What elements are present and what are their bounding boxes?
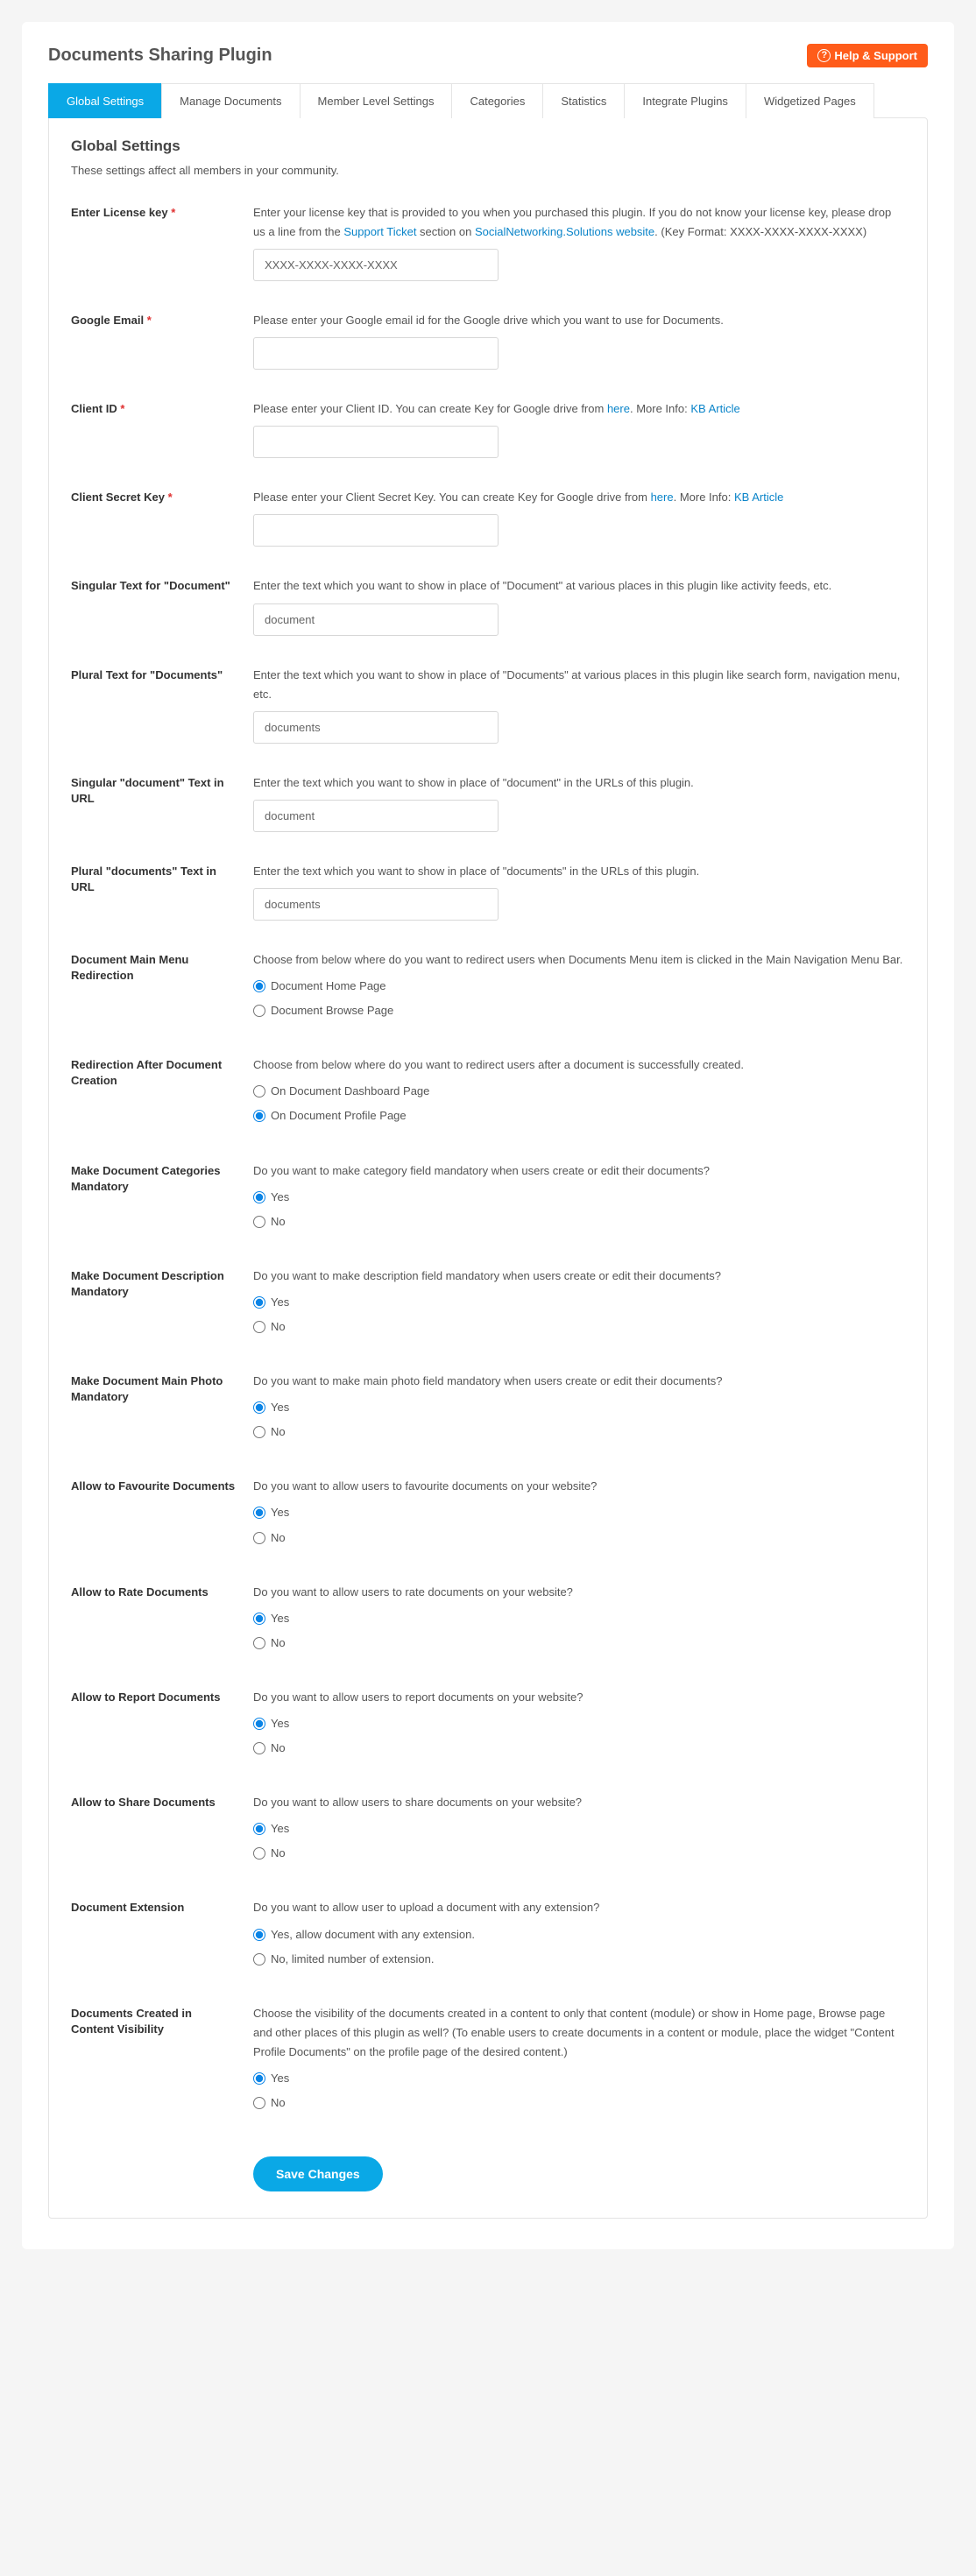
settings-panel: Global Settings These settings affect al…: [48, 117, 928, 2219]
save-changes-button[interactable]: Save Changes: [253, 2156, 383, 2191]
label-create-redirection: Redirection After Document Creation: [71, 1055, 237, 1131]
radio-fav-no[interactable]: [253, 1532, 265, 1544]
radio-photo-yes[interactable]: [253, 1401, 265, 1414]
tab-integrate-plugins[interactable]: Integrate Plugins: [624, 83, 746, 118]
field-allow-favourite: Do you want to allow users to favourite …: [253, 1477, 905, 1552]
help-support-button[interactable]: ? Help & Support: [807, 44, 928, 67]
input-url-singular[interactable]: [253, 800, 499, 832]
label-extension: Document Extension: [71, 1898, 237, 1973]
radio-photo-no[interactable]: [253, 1426, 265, 1438]
radio-report-no[interactable]: [253, 1742, 265, 1754]
field-allow-rate: Do you want to allow users to rate docum…: [253, 1583, 905, 1658]
label-allow-report: Allow to Report Documents: [71, 1688, 237, 1763]
field-url-plural: Enter the text which you want to show in…: [253, 862, 905, 921]
radio-ext-any[interactable]: [253, 1929, 265, 1941]
page-title: Documents Sharing Plugin: [48, 46, 272, 66]
field-create-redirection: Choose from below where do you want to r…: [253, 1055, 905, 1131]
tab-widgetized-pages[interactable]: Widgetized Pages: [746, 83, 874, 118]
tab-global-settings[interactable]: Global Settings: [48, 83, 162, 118]
field-client-id: Please enter your Client ID. You can cre…: [253, 399, 905, 458]
field-plural-text: Enter the text which you want to show in…: [253, 666, 905, 744]
link-client-id-here[interactable]: here: [607, 402, 630, 415]
radio-share-yes[interactable]: [253, 1823, 265, 1835]
field-client-secret: Please enter your Client Secret Key. You…: [253, 488, 905, 547]
radio-cat-yes[interactable]: [253, 1191, 265, 1203]
radio-menu-browse[interactable]: [253, 1005, 265, 1017]
radio-cat-no[interactable]: [253, 1216, 265, 1228]
question-icon: ?: [817, 49, 831, 62]
label-allow-share: Allow to Share Documents: [71, 1793, 237, 1868]
input-client-id[interactable]: [253, 426, 499, 458]
radio-rate-yes[interactable]: [253, 1613, 265, 1625]
radio-rate-no[interactable]: [253, 1637, 265, 1649]
header: Documents Sharing Plugin ? Help & Suppor…: [48, 44, 928, 67]
field-photo-mandatory: Do you want to make main photo field man…: [253, 1372, 905, 1447]
label-license-key: Enter License key *: [71, 203, 237, 281]
tab-manage-documents[interactable]: Manage Documents: [161, 83, 300, 118]
radio-ext-limited[interactable]: [253, 1953, 265, 1966]
radio-fav-yes[interactable]: [253, 1507, 265, 1519]
label-visibility: Documents Created in Content Visibility: [71, 2004, 237, 2118]
field-visibility: Choose the visibility of the documents c…: [253, 2004, 905, 2118]
radio-vis-no[interactable]: [253, 2097, 265, 2109]
input-google-email[interactable]: [253, 337, 499, 370]
field-desc-mandatory: Do you want to make description field ma…: [253, 1267, 905, 1342]
label-photo-mandatory: Make Document Main Photo Mandatory: [71, 1372, 237, 1447]
label-client-id: Client ID *: [71, 399, 237, 458]
help-label: Help & Support: [834, 49, 917, 62]
input-url-plural[interactable]: [253, 888, 499, 921]
input-license-key[interactable]: [253, 249, 499, 281]
input-client-secret[interactable]: [253, 514, 499, 547]
field-allow-share: Do you want to allow users to share docu…: [253, 1793, 905, 1868]
label-plural-text: Plural Text for "Documents": [71, 666, 237, 744]
tab-statistics[interactable]: Statistics: [542, 83, 625, 118]
label-client-secret: Client Secret Key *: [71, 488, 237, 547]
input-plural-text[interactable]: [253, 711, 499, 744]
input-singular-text[interactable]: [253, 603, 499, 636]
label-singular-text: Singular Text for "Document": [71, 576, 237, 635]
label-allow-rate: Allow to Rate Documents: [71, 1583, 237, 1658]
label-google-email: Google Email *: [71, 311, 237, 370]
tab-member-level-settings[interactable]: Member Level Settings: [300, 83, 453, 118]
panel-title: Global Settings: [71, 138, 905, 155]
admin-panel: Documents Sharing Plugin ? Help & Suppor…: [22, 22, 954, 2249]
field-extension: Do you want to allow user to upload a do…: [253, 1898, 905, 1973]
label-url-singular: Singular "document" Text in URL: [71, 773, 237, 832]
field-allow-report: Do you want to allow users to report doc…: [253, 1688, 905, 1763]
link-secret-kb[interactable]: KB Article: [734, 490, 783, 504]
field-cat-mandatory: Do you want to make category field manda…: [253, 1161, 905, 1237]
radio-create-dashboard[interactable]: [253, 1085, 265, 1097]
field-url-singular: Enter the text which you want to show in…: [253, 773, 905, 832]
label-url-plural: Plural "documents" Text in URL: [71, 862, 237, 921]
radio-vis-yes[interactable]: [253, 2072, 265, 2085]
label-menu-redirection: Document Main Menu Redirection: [71, 950, 237, 1026]
label-desc-mandatory: Make Document Description Mandatory: [71, 1267, 237, 1342]
radio-desc-yes[interactable]: [253, 1296, 265, 1309]
radio-desc-no[interactable]: [253, 1321, 265, 1333]
link-secret-here[interactable]: here: [651, 490, 674, 504]
radio-share-no[interactable]: [253, 1847, 265, 1860]
field-license-key: Enter your license key that is provided …: [253, 203, 905, 281]
radio-report-yes[interactable]: [253, 1718, 265, 1730]
link-client-id-kb[interactable]: KB Article: [690, 402, 739, 415]
link-support-ticket[interactable]: Support Ticket: [343, 225, 416, 238]
field-singular-text: Enter the text which you want to show in…: [253, 576, 905, 635]
label-allow-favourite: Allow to Favourite Documents: [71, 1477, 237, 1552]
tabs: Global Settings Manage Documents Member …: [48, 83, 928, 118]
panel-subtitle: These settings affect all members in you…: [71, 164, 905, 177]
radio-menu-home[interactable]: [253, 980, 265, 992]
link-sns-website[interactable]: SocialNetworking.Solutions website: [475, 225, 654, 238]
field-menu-redirection: Choose from below where do you want to r…: [253, 950, 905, 1026]
tab-categories[interactable]: Categories: [451, 83, 543, 118]
label-cat-mandatory: Make Document Categories Mandatory: [71, 1161, 237, 1237]
field-google-email: Please enter your Google email id for th…: [253, 311, 905, 370]
radio-create-profile[interactable]: [253, 1110, 265, 1122]
